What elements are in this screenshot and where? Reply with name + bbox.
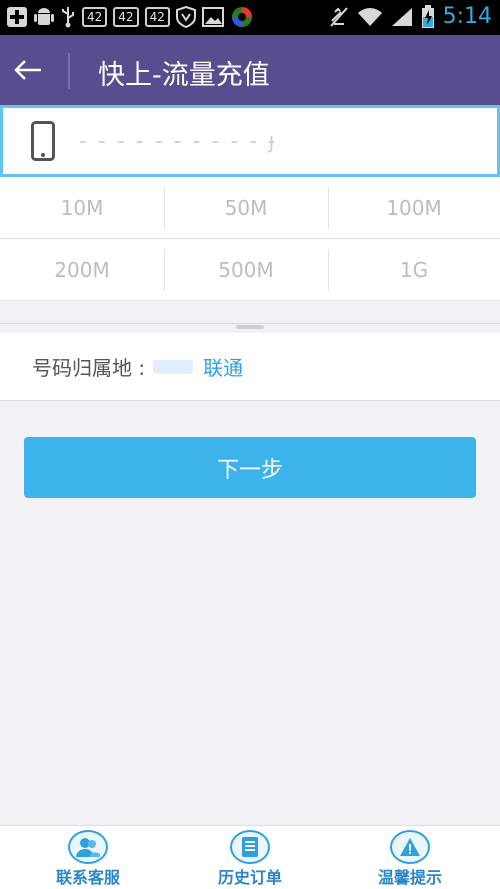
drag-handle[interactable] — [236, 325, 264, 329]
signal-icon — [391, 6, 413, 28]
clock: 5:14 — [442, 4, 492, 29]
image-icon — [201, 6, 224, 28]
customer-service-icon — [68, 830, 108, 864]
package-option-100m[interactable]: 100M — [328, 177, 500, 239]
nav-customer-service[interactable]: 联系客服 — [28, 830, 148, 888]
package-row: 200M 500M 1G — [0, 239, 500, 301]
phone-number-input[interactable] — [79, 122, 469, 160]
location-label: 号码归属地 : — [32, 356, 146, 380]
next-step-button[interactable]: 下一步 — [24, 437, 476, 498]
mobile-phone-icon — [31, 121, 55, 161]
status-bar-notifications: 42 42 42 — [6, 6, 254, 28]
nav-label: 温馨提示 — [377, 868, 442, 887]
package-option-50m[interactable]: 50M — [164, 177, 328, 239]
notification-badge-2: 42 — [113, 7, 139, 27]
mute-icon — [329, 6, 349, 28]
package-option-10m[interactable]: 10M — [0, 177, 164, 239]
number-location-row: 号码归属地 : 联通 — [0, 333, 500, 401]
status-bar: 42 42 42 5:14 — [0, 0, 500, 35]
wifi-icon — [357, 6, 383, 28]
app-bar-divider — [68, 53, 70, 89]
android-debug-icon — [34, 6, 54, 28]
nav-label: 联系客服 — [55, 868, 120, 887]
notification-badge-1: 42 — [82, 7, 108, 27]
panel-handle-area — [0, 301, 500, 333]
package-option-1g[interactable]: 1G — [328, 239, 500, 301]
back-button[interactable] — [10, 50, 46, 90]
nav-label: 历史订单 — [217, 868, 282, 887]
app-bar: 快上-流量充值 — [0, 35, 500, 105]
package-row: 10M 50M 100M — [0, 177, 500, 239]
order-history-icon — [230, 830, 270, 864]
nav-tips[interactable]: 温馨提示 — [350, 830, 470, 888]
app-logo-icon — [230, 6, 254, 28]
package-option-200m[interactable]: 200M — [0, 239, 164, 301]
page-title: 快上-流量充值 — [98, 60, 270, 91]
back-arrow-icon — [14, 60, 41, 80]
tips-icon — [390, 830, 430, 864]
nav-order-history[interactable]: 历史订单 — [190, 830, 310, 888]
phone-number-row — [0, 105, 500, 177]
carrier-name: 联通 — [203, 356, 244, 380]
battery-icon — [421, 4, 435, 28]
package-option-500m[interactable]: 500M — [164, 239, 328, 301]
divider — [0, 323, 500, 324]
status-bar-system: 5:14 — [329, 4, 492, 29]
notification-badge-3: 42 — [144, 7, 170, 27]
location-region-redacted — [153, 359, 194, 374]
bottom-nav: 联系客服 历史订单 温馨提示 — [0, 825, 500, 889]
usb-icon — [60, 6, 76, 28]
shield-icon — [175, 6, 196, 28]
add-notification-icon — [6, 6, 28, 28]
data-package-grid: 10M 50M 100M 200M 500M 1G — [0, 177, 500, 301]
